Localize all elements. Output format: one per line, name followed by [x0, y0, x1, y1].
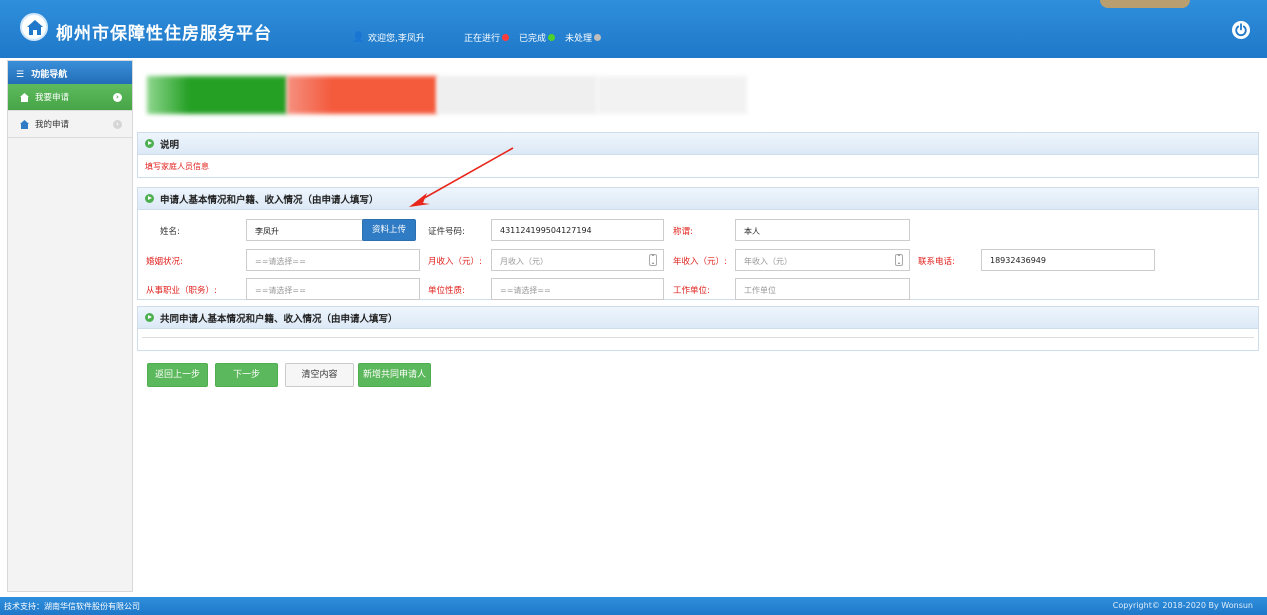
- sidebar-item-label: 我要申请: [35, 93, 70, 103]
- form-row-3: 从事职业（职务）: ==请选择== 单位性质: ==请选择== 工作单位: 工作…: [138, 278, 1260, 300]
- step-2: [287, 76, 437, 114]
- step-progress-bar: [147, 76, 747, 114]
- step-3: [437, 76, 597, 114]
- status-legend: 正在进行 已完成 未处理: [464, 31, 611, 44]
- chevron-right-icon: ›: [113, 93, 122, 102]
- marital-select[interactable]: ==请选择==: [246, 249, 420, 271]
- green-dot-icon: [548, 34, 556, 41]
- workplace-field[interactable]: 工作单位: [735, 278, 910, 300]
- home-icon: [20, 92, 29, 102]
- relation-field[interactable]: 本人: [735, 219, 910, 241]
- upload-button[interactable]: 资料上传: [362, 219, 416, 241]
- panel-header: 共同申请人基本情况和户籍、收入情况（由申请人填写）: [138, 307, 1258, 329]
- unit-nature-label: 单位性质:: [428, 286, 465, 296]
- clear-button[interactable]: 清空内容: [285, 363, 354, 387]
- divider: [142, 337, 1254, 338]
- id-label: 证件号码:: [428, 227, 465, 237]
- form-row-2: 婚姻状况: ==请选择== 月收入（元）: 月收入（元） ⌃ ⌄ 年收入（元）: …: [138, 249, 1260, 271]
- unit-nature-select[interactable]: ==请选择==: [491, 278, 664, 300]
- phone-label: 联系电话:: [918, 257, 955, 267]
- logout-power-icon[interactable]: [1232, 21, 1250, 39]
- menu-icon: ☰: [16, 70, 25, 80]
- monthly-income-field[interactable]: 月收入（元） ⌃ ⌄: [491, 249, 664, 271]
- name-label: 姓名:: [160, 227, 180, 237]
- house-logo-icon: [20, 13, 48, 41]
- footer: 技术支持：湖南华信软件股份有限公司 Copyright© 2018-2020 B…: [0, 597, 1267, 615]
- chevron-right-icon: ›: [113, 120, 122, 129]
- status-label: 未处理: [565, 34, 593, 44]
- name-field[interactable]: 李凤升: [246, 219, 364, 241]
- instruction-text: 填写家庭人员信息: [145, 162, 209, 171]
- spinner-icon[interactable]: ⌃ ⌄: [895, 254, 903, 266]
- top-header: 柳州市保障性住房服务平台 👤 欢迎您,李凤升 正在进行 已完成 未处理: [0, 0, 1267, 58]
- id-number-field[interactable]: 431124199504127194: [491, 219, 664, 241]
- phone-field[interactable]: 18932436949: [981, 249, 1155, 271]
- grey-dot-icon: [594, 34, 602, 41]
- sidebar-item-my-applications[interactable]: 我的申请 ›: [8, 111, 132, 138]
- annual-income-field[interactable]: 年收入（元） ⌃ ⌄: [735, 249, 910, 271]
- sidebar-header: ☰ 功能导航: [8, 61, 132, 84]
- user-icon: 👤: [352, 31, 365, 43]
- status-label: 已完成: [519, 34, 547, 44]
- next-button[interactable]: 下一步: [215, 363, 278, 387]
- sidebar-item-label: 我的申请: [35, 120, 70, 130]
- status-in-progress: 正在进行: [464, 31, 510, 44]
- play-circle-icon: [145, 139, 154, 148]
- annual-income-label: 年收入（元）:: [673, 257, 727, 267]
- status-unprocessed: 未处理: [565, 31, 602, 44]
- footer-support-text: 技术支持：湖南华信软件股份有限公司: [4, 602, 140, 611]
- header-decoration: [1100, 0, 1190, 8]
- status-label: 正在进行: [464, 34, 501, 44]
- relation-label: 称谓:: [673, 227, 693, 237]
- co-applicant-panel: 共同申请人基本情况和户籍、收入情况（由申请人填写）: [137, 306, 1259, 351]
- main-content: 说明 填写家庭人员信息 申请人基本情况和户籍、收入情况（由申请人填写） 姓名: …: [133, 60, 1267, 595]
- instructions-panel: 说明 填写家庭人员信息: [137, 132, 1259, 178]
- footer-copyright: Copyright© 2018-2020 By Wonsun: [1112, 601, 1253, 610]
- monthly-income-label: 月收入（元）:: [428, 257, 482, 267]
- occupation-label: 从事职业（职务）:: [146, 286, 217, 296]
- panel-title: 说明: [160, 139, 180, 151]
- home-icon: [20, 119, 29, 129]
- sidebar-item-apply[interactable]: 我要申请 ›: [8, 84, 132, 111]
- sidebar: ☰ 功能导航 我要申请 › 我的申请 ›: [7, 60, 133, 592]
- sidebar-title: 功能导航: [31, 70, 68, 80]
- marital-label: 婚姻状况:: [146, 257, 183, 267]
- panel-header: 申请人基本情况和户籍、收入情况（由申请人填写）: [138, 188, 1258, 210]
- panel-title: 申请人基本情况和户籍、收入情况（由申请人填写）: [160, 194, 379, 206]
- red-dot-icon: [502, 34, 510, 41]
- back-button[interactable]: 返回上一步: [147, 363, 208, 387]
- play-circle-icon: [145, 194, 154, 203]
- panel-title: 共同申请人基本情况和户籍、收入情况（由申请人填写）: [160, 313, 398, 325]
- panel-header: 说明: [138, 133, 1258, 155]
- action-bar: 返回上一步 下一步 清空内容 新增共同申请人: [147, 363, 447, 387]
- welcome-message: 👤 欢迎您,李凤升: [352, 31, 425, 44]
- step-4: [597, 76, 747, 114]
- form-row-1: 姓名: 李凤升 资料上传 证件号码: 431124199504127194 称谓…: [138, 219, 1260, 241]
- welcome-text: 欢迎您,李凤升: [368, 34, 425, 44]
- workplace-label: 工作单位:: [673, 286, 710, 296]
- add-co-applicant-button[interactable]: 新增共同申请人: [358, 363, 431, 387]
- applicant-panel: 申请人基本情况和户籍、收入情况（由申请人填写） 姓名: 李凤升 资料上传 证件号…: [137, 187, 1259, 300]
- app-title: 柳州市保障性住房服务平台: [56, 24, 272, 44]
- status-completed: 已完成: [519, 31, 556, 44]
- spinner-icon[interactable]: ⌃ ⌄: [649, 254, 657, 266]
- occupation-select[interactable]: ==请选择==: [246, 278, 420, 300]
- play-circle-icon: [145, 313, 154, 322]
- placeholder-text: 年收入（元）: [744, 257, 792, 266]
- step-1: [147, 76, 287, 114]
- placeholder-text: 月收入（元）: [500, 257, 548, 266]
